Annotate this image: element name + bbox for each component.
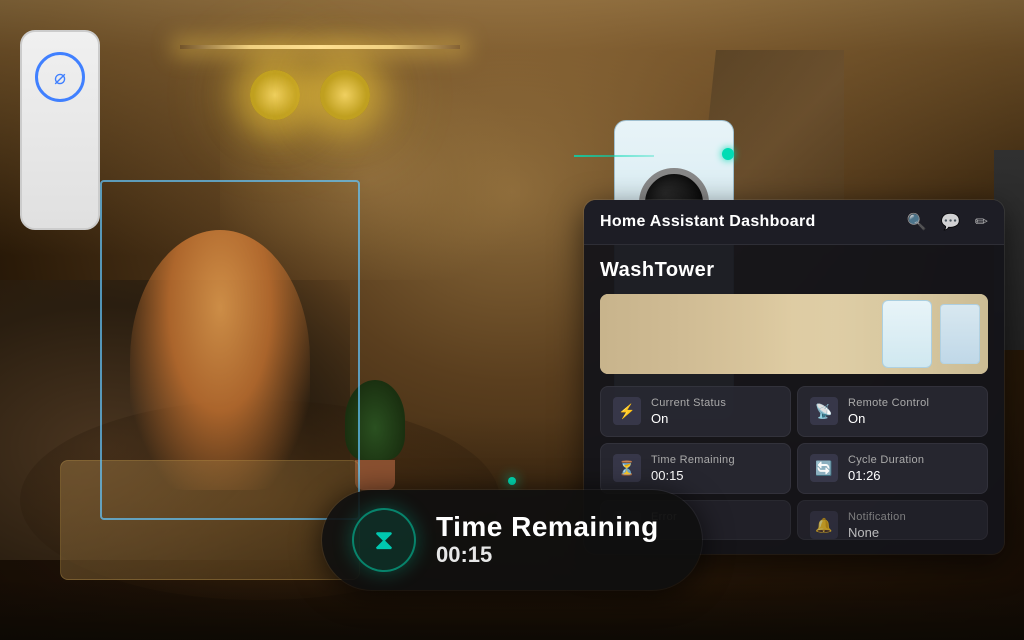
card-remote-control[interactable]: 📡 Remote Control On	[797, 386, 988, 437]
hourglass-icon: ⧗	[374, 524, 394, 557]
card-remote-control-icon: 📡	[810, 397, 838, 425]
edit-icon[interactable]: ✏	[975, 212, 988, 232]
ac-circle-icon: ⌀	[35, 52, 85, 102]
card-current-status-value: On	[651, 411, 778, 426]
pendant-lamp-left	[250, 70, 300, 120]
card-current-status-label: Current Status	[651, 397, 778, 409]
glow-dot-bottom	[508, 477, 516, 485]
ceiling-light	[180, 45, 460, 49]
coffee-table	[60, 460, 360, 580]
search-icon[interactable]: 🔍	[907, 212, 927, 232]
timer-text-group: Time Remaining 00:15	[436, 512, 659, 569]
device-preview-strip	[600, 294, 988, 374]
card-cycle-duration-icon: 🔄	[810, 454, 838, 482]
card-cycle-duration-label: Cycle Duration	[848, 454, 975, 466]
timer-value: 00:15	[436, 542, 659, 568]
card-current-status[interactable]: ⚡ Current Status On	[600, 386, 791, 437]
card-time-remaining-icon: ⏳	[613, 454, 641, 482]
ac-unit: ⌀	[20, 30, 100, 230]
person-on-sofa	[130, 230, 310, 490]
card-notification[interactable]: 🔔 Notification None	[797, 500, 988, 540]
timer-label: Time Remaining	[436, 512, 659, 543]
card-time-remaining[interactable]: ⏳ Time Remaining 00:15	[600, 443, 791, 494]
pendant-lamp-right	[320, 70, 370, 120]
preview-washer-2	[940, 304, 980, 364]
card-cycle-duration-value: 01:26	[848, 468, 975, 483]
chat-icon[interactable]: 💬	[941, 212, 961, 232]
card-cycle-duration[interactable]: 🔄 Cycle Duration 01:26	[797, 443, 988, 494]
dashboard-header: Home Assistant Dashboard 🔍 💬 ✏	[584, 200, 1004, 245]
timer-icon-wrap: ⧗	[352, 508, 416, 572]
card-notification-icon: 🔔	[810, 511, 838, 539]
dashboard-title: Home Assistant Dashboard	[600, 213, 816, 231]
time-remaining-pill[interactable]: ⧗ Time Remaining 00:15	[322, 490, 702, 590]
card-time-remaining-value: 00:15	[651, 468, 778, 483]
connection-line	[574, 155, 654, 157]
card-notification-label: Notification	[848, 511, 975, 523]
preview-washer-1	[882, 300, 932, 368]
card-remote-control-value: On	[848, 411, 975, 426]
device-name: WashTower	[600, 259, 988, 282]
card-current-status-icon: ⚡	[613, 397, 641, 425]
card-time-remaining-label: Time Remaining	[651, 454, 778, 466]
connection-dot	[722, 148, 734, 160]
card-remote-control-label: Remote Control	[848, 397, 975, 409]
dashboard-icon-group: 🔍 💬 ✏	[907, 212, 988, 232]
card-notification-value: None	[848, 525, 975, 540]
